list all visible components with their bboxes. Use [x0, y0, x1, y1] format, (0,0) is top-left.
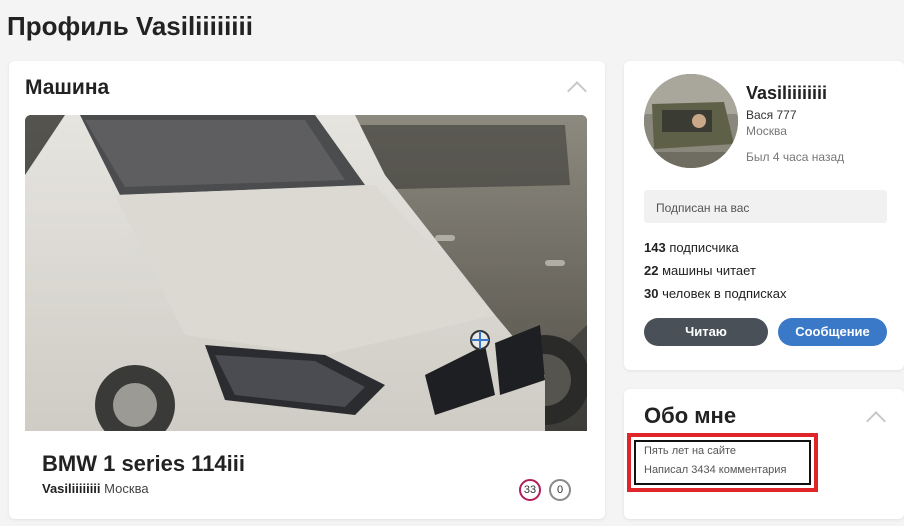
car-caption: BMW 1 series 114iii Vasiliiiiiiii Москва… — [25, 431, 587, 509]
stat-subscriptions[interactable]: 30 человек в подписках — [644, 286, 787, 301]
read-button[interactable]: Читаю — [644, 318, 768, 346]
comments-count[interactable]: 0 — [549, 479, 571, 501]
about-title: Обо мне — [644, 403, 737, 428]
follows-you-badge: Подписан на вас — [644, 190, 887, 223]
profile-last-seen: Был 4 часа назад — [746, 150, 845, 164]
car-card: Машина BMW 1 series 114iii Vasiliiiiiiii… — [9, 61, 605, 519]
car-card-title: Машина — [25, 76, 110, 99]
profile-nick[interactable]: Vasiliiiiiiii — [746, 83, 827, 104]
car-photo[interactable] — [25, 115, 587, 431]
stat-followers[interactable]: 143 подписчика — [644, 240, 739, 255]
message-button[interactable]: Сообщение — [778, 318, 887, 346]
profile-real-name: Вася 777 — [746, 108, 797, 122]
car-owner[interactable]: Vasiliiiiiiii — [42, 481, 101, 496]
page-title: Профиль Vasiliiiiiiii — [7, 11, 253, 41]
car-city: Москва — [104, 481, 149, 496]
avatar[interactable] — [644, 74, 738, 168]
highlight-box — [627, 433, 818, 492]
car-meta: Vasiliiiiiiii Москва — [42, 481, 149, 496]
chevron-up-icon[interactable] — [567, 81, 587, 101]
stat-cars-read[interactable]: 22 машины читает — [644, 263, 756, 278]
profile-city: Москва — [746, 124, 787, 138]
likes-count[interactable]: 33 — [519, 479, 541, 501]
profile-card: Vasiliiiiiiii Вася 777 Москва Был 4 часа… — [624, 61, 904, 370]
car-name[interactable]: BMW 1 series 114iii — [42, 451, 245, 477]
chevron-up-icon[interactable] — [866, 411, 886, 431]
